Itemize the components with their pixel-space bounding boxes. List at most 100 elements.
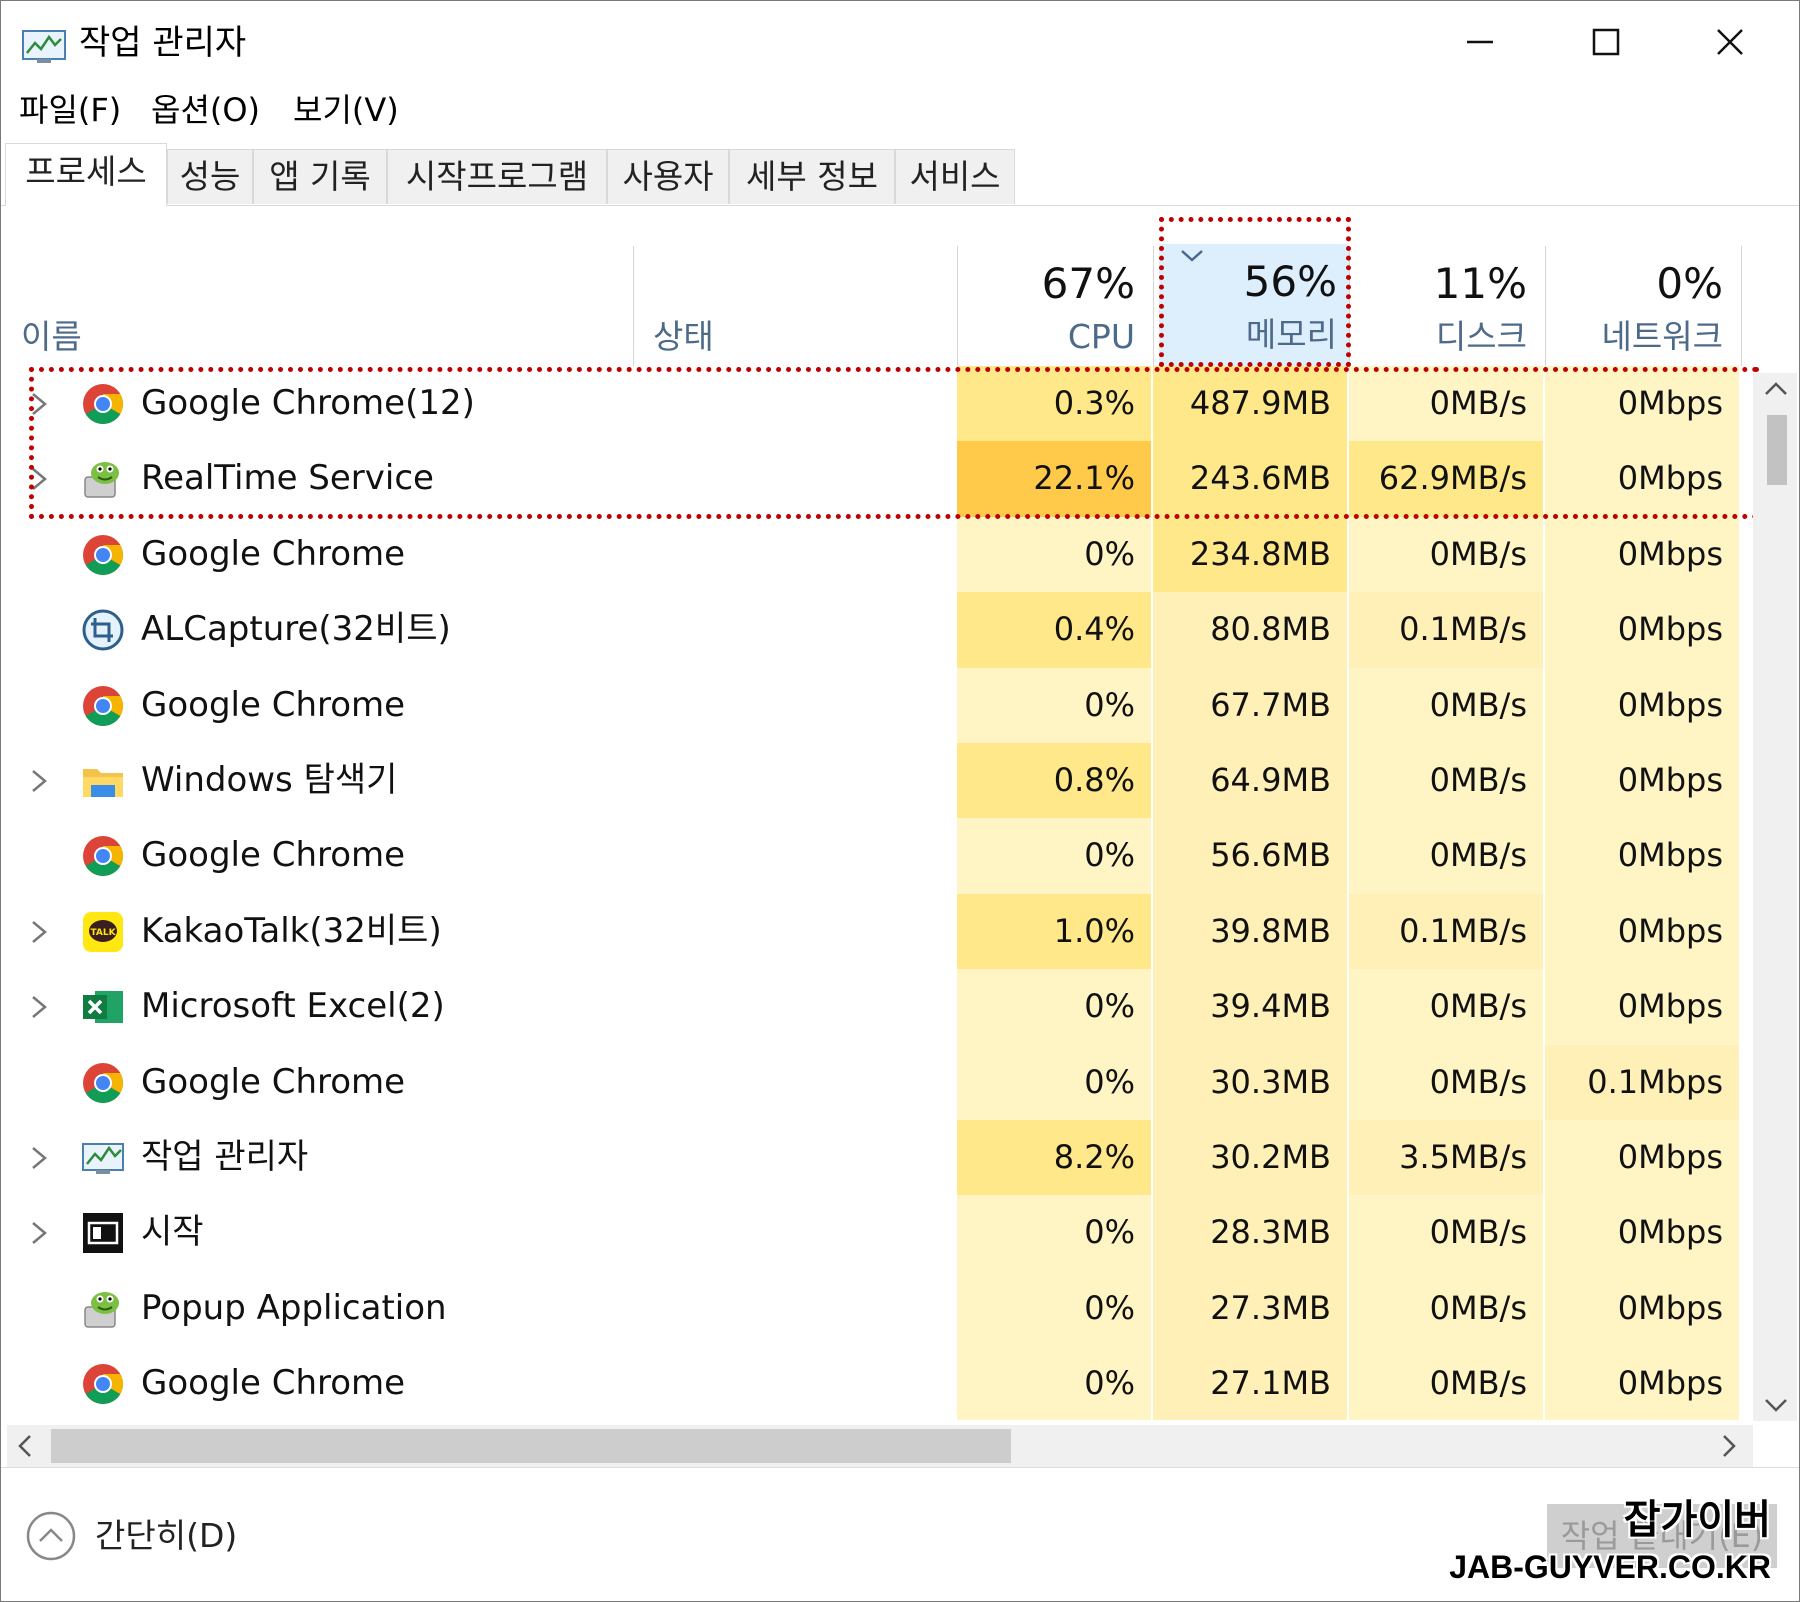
expand-chevron-icon[interactable] [27,991,51,1023]
tab-users[interactable]: 사용자 [607,149,729,204]
process-row[interactable]: Google Chrome 0% 234.8MB 0MB/s 0Mbps [1,516,1745,593]
scroll-down-icon[interactable] [1763,1395,1789,1415]
process-cpu: 0% [957,818,1153,894]
process-row[interactable]: RealTime Service 22.1% 243.6MB 62.9MB/s 0Mbp… [1,441,1745,517]
tab-startup[interactable]: 시작프로그램 [387,149,607,204]
process-name: Google Chrome [141,684,406,725]
fewer-details-label[interactable]: 간단히(D) [95,1510,237,1562]
vertical-scroll-thumb[interactable] [1767,415,1787,485]
disk-total: 11% [1433,259,1527,308]
process-disk: 0MB/s [1349,1346,1545,1420]
column-divider[interactable] [1153,246,1154,366]
column-header-name[interactable]: 이름 [1,246,633,366]
column-header-disk[interactable]: 11% 디스크 [1349,246,1545,366]
process-network: 0Mbps [1545,1120,1741,1196]
menu-bar: 파일(F) 옵션(O) 보기(V) [1,85,1799,135]
horizontal-scrollbar[interactable] [7,1425,1753,1467]
tab-processes[interactable]: 프로세스 [5,143,167,206]
process-disk: 0MB/s [1349,818,1545,894]
process-network: 0Mbps [1545,969,1741,1045]
process-cpu: 0% [957,1044,1153,1120]
process-network: 0Mbps [1545,1346,1741,1420]
menu-options[interactable]: 옵션(O) [151,85,260,135]
process-row[interactable]: Windows 탐색기 0.8% 64.9MB 0MB/s 0Mbps [1,743,1745,819]
process-disk: 0MB/s [1349,969,1545,1045]
process-row[interactable]: Google Chrome 0% 30.3MB 0MB/s 0.1Mbps [1,1044,1745,1120]
process-cpu: 22.1% [957,441,1153,517]
column-divider[interactable] [1741,246,1742,366]
chrome-icon [81,382,125,426]
fewer-details-button[interactable] [25,1510,77,1562]
tab-details[interactable]: 세부 정보 [729,149,895,204]
process-row[interactable]: Google Chrome(12) 0.3% 487.9MB 0MB/s 0Mbps [1,366,1745,442]
process-name: Google Chrome [141,533,406,574]
chrome-icon [81,684,125,728]
column-label-cpu: CPU [1067,317,1135,356]
process-network: 0Mbps [1545,743,1741,819]
horizontal-scroll-thumb[interactable] [51,1429,1011,1463]
chrome-icon [81,1061,125,1105]
process-network: 0Mbps [1545,366,1741,442]
process-row[interactable]: Google Chrome 0% 56.6MB 0MB/s 0Mbps [1,818,1745,894]
column-label-disk: 디스크 [1435,317,1527,356]
process-memory: 27.1MB [1153,1346,1349,1420]
scroll-left-icon[interactable] [15,1431,35,1461]
start-icon [81,1211,125,1255]
process-network: 0Mbps [1545,893,1741,970]
process-name: ALCapture(32비트) [141,609,451,650]
process-cpu: 0% [957,1195,1153,1271]
process-cpu: 0.3% [957,366,1153,442]
process-row[interactable]: ALCapture(32비트) 0.4% 80.8MB 0.1MB/s 0Mbps [1,592,1745,668]
column-header-status[interactable]: 상태 [633,246,957,366]
process-memory: 30.3MB [1153,1044,1349,1120]
column-header-cpu[interactable]: 67% CPU [957,246,1153,366]
process-network: 0Mbps [1545,667,1741,743]
expand-chevron-icon[interactable] [27,463,51,495]
process-row[interactable]: 시작 0% 28.3MB 0MB/s 0Mbps [1,1195,1745,1271]
column-header-row: 이름 상태 67% CPU 56% 메모리 11% 디스크 0% 네트워크 [1,206,1799,366]
scroll-up-icon[interactable] [1763,379,1789,399]
process-disk: 0MB/s [1349,743,1545,819]
process-row[interactable]: Microsoft Excel(2) 0% 39.4MB 0MB/s 0Mbps [1,969,1745,1045]
expand-chevron-icon[interactable] [27,916,51,948]
process-cpu: 0.4% [957,592,1153,668]
close-button[interactable] [1675,11,1785,73]
expand-chevron-icon[interactable] [27,1217,51,1249]
close-icon [1717,29,1743,55]
expand-chevron-icon[interactable] [27,765,51,797]
process-memory: 243.6MB [1153,441,1349,517]
process-disk: 3.5MB/s [1349,1120,1545,1196]
process-name: Windows 탐색기 [141,760,398,800]
process-row[interactable]: Popup Application 0% 27.3MB 0MB/s 0Mbps [1,1270,1745,1347]
window-title: 작업 관리자 [79,23,247,63]
process-disk: 0.1MB/s [1349,893,1545,970]
sort-descending-icon [1181,250,1203,262]
menu-view[interactable]: 보기(V) [293,85,399,135]
process-name: Microsoft Excel(2) [141,986,445,1027]
scroll-right-icon[interactable] [1719,1431,1739,1461]
tab-performance[interactable]: 성능 [167,149,253,204]
vertical-scrollbar[interactable] [1753,373,1797,1421]
process-network: 0Mbps [1545,1195,1741,1271]
process-row[interactable]: Google Chrome 0% 67.7MB 0MB/s 0Mbps [1,667,1745,743]
tab-app-history[interactable]: 앱 기록 [253,149,387,204]
column-header-network[interactable]: 0% 네트워크 [1545,246,1741,366]
minimize-button[interactable] [1425,11,1535,73]
watermark-title: 잡가이버 [1623,1497,1771,1543]
expand-chevron-icon[interactable] [27,1142,51,1174]
process-disk: 0MB/s [1349,516,1545,593]
process-memory: 487.9MB [1153,366,1349,442]
tab-services[interactable]: 서비스 [895,149,1015,204]
process-memory: 80.8MB [1153,592,1349,668]
task-manager-icon [81,1136,125,1180]
process-name: RealTime Service [141,458,434,499]
svg-text:TALK: TALK [90,928,116,938]
process-row[interactable]: TALK KakaoTalk(32비트) 1.0% 39.8MB 0.1MB/s 0Mbp… [1,893,1745,970]
process-row[interactable]: 작업 관리자 8.2% 30.2MB 3.5MB/s 0Mbps [1,1120,1745,1196]
process-row[interactable]: Google Chrome 0% 27.1MB 0MB/s 0Mbps [1,1346,1745,1420]
menu-file[interactable]: 파일(F) [19,85,121,135]
process-network: 0.1Mbps [1545,1044,1741,1120]
maximize-button[interactable] [1551,11,1661,73]
title-bar[interactable]: 작업 관리자 [1,1,1799,81]
expand-chevron-icon[interactable] [27,388,51,420]
